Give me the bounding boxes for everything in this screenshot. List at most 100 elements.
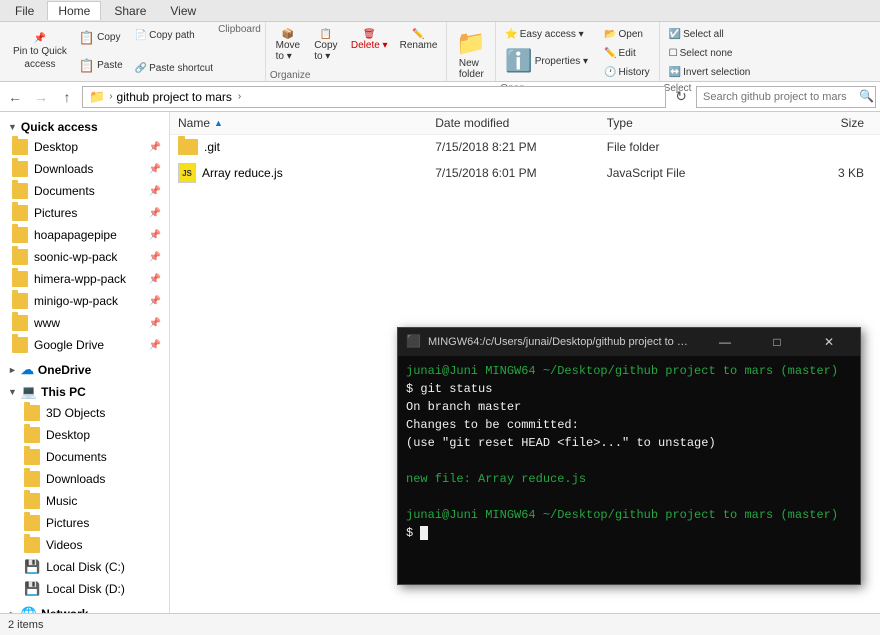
sidebar-item-minigo[interactable]: minigo-wp-pack 📌: [0, 290, 169, 312]
file-row-arrayreduce[interactable]: JS Array reduce.js 7/15/2018 6:01 PM Jav…: [170, 159, 880, 187]
terminal-cursor: [420, 526, 427, 540]
address-path[interactable]: 📁 › github project to mars ›: [82, 86, 666, 108]
sidebar-item-documents-quick[interactable]: Documents 📌: [0, 180, 169, 202]
properties-button[interactable]: ℹ️ Properties ▾: [500, 45, 593, 77]
terminal-cursor-line: $: [406, 526, 420, 540]
chevron-icon: ▼: [8, 122, 17, 132]
new-folder-button[interactable]: 📁 Newfolder: [451, 26, 491, 83]
quick-access-label: Quick access: [21, 120, 98, 134]
network-header[interactable]: ► 🌐 Network: [0, 602, 169, 613]
pin-to-quick-access-button[interactable]: 📌 Pin to Quickaccess: [8, 29, 72, 74]
sidebar-item-soonic[interactable]: soonic-wp-pack 📌: [0, 246, 169, 268]
file-name-git: .git: [178, 139, 435, 155]
close-button[interactable]: ✕: [806, 328, 852, 356]
sidebar-item-pictures-pc[interactable]: Pictures: [0, 512, 169, 534]
move-icon: 📦: [282, 29, 294, 40]
open-button[interactable]: 📂 Open: [599, 26, 655, 43]
item-count: 2 items: [8, 619, 43, 631]
sidebar-item-himera[interactable]: himera-wpp-pack 📌: [0, 268, 169, 290]
sidebar-item-google-drive[interactable]: Google Drive 📌: [0, 334, 169, 356]
paste-button[interactable]: 📋 Paste: [74, 55, 128, 77]
sidebar-label: Documents: [34, 184, 95, 198]
copy-to-button[interactable]: 📋 Copyto ▾: [308, 26, 344, 65]
sidebar-item-hoapapagepipe[interactable]: hoapapagepipe 📌: [0, 224, 169, 246]
terminal-window[interactable]: ⬛ MINGW64:/c/Users/junai/Desktop/github …: [397, 327, 861, 585]
forward-button[interactable]: →: [30, 86, 52, 108]
col-name-header[interactable]: Name ▲: [178, 116, 435, 130]
maximize-button[interactable]: □: [754, 328, 800, 356]
delete-button[interactable]: 🗑 Delete ▾: [346, 26, 393, 54]
pin-icon: 📌: [149, 186, 161, 197]
sidebar-item-desktop-pc[interactable]: Desktop: [0, 424, 169, 446]
pin-icon: 📌: [149, 230, 161, 241]
sidebar-item-pictures-quick[interactable]: Pictures 📌: [0, 202, 169, 224]
search-icon[interactable]: 🔍: [859, 89, 874, 103]
sidebar-item-desktop-quick[interactable]: Desktop 📌: [0, 136, 169, 158]
sidebar-item-documents-pc[interactable]: Documents: [0, 446, 169, 468]
pin-icon: 📌: [149, 208, 161, 219]
invert-selection-button[interactable]: ↔️ Invert selection: [664, 64, 756, 81]
sidebar-item-local-disk-c[interactable]: 💾 Local Disk (C:): [0, 556, 169, 578]
chevron-icon: ►: [8, 609, 17, 613]
sidebar-label: Desktop: [34, 140, 78, 154]
file-row-git[interactable]: .git 7/15/2018 8:21 PM File folder: [170, 135, 880, 159]
path-separator: ›: [109, 91, 112, 102]
folder-icon: [12, 249, 28, 265]
folder-icon: [24, 405, 40, 421]
folder-icon: [12, 293, 28, 309]
delete-icon: 🗑: [363, 29, 376, 40]
refresh-button[interactable]: ↻: [670, 86, 692, 108]
ribbon-tabs: File Home Share View: [0, 0, 880, 22]
search-input[interactable]: [696, 86, 876, 108]
sidebar-item-downloads-quick[interactable]: Downloads 📌: [0, 158, 169, 180]
file-name-label: Array reduce.js: [202, 166, 283, 180]
col-type-header[interactable]: Type: [607, 116, 779, 130]
quick-access-header[interactable]: ▼ Quick access: [0, 116, 169, 136]
file-type-arrayreduce: JavaScript File: [607, 166, 779, 180]
sidebar-item-music[interactable]: Music: [0, 490, 169, 512]
this-pc-header[interactable]: ▼ 💻 This PC: [0, 380, 169, 402]
clipboard-group: 📌 Pin to Quickaccess 📋 Copy 📋 Paste 📄 Co…: [4, 22, 266, 81]
up-button[interactable]: ↑: [56, 86, 78, 108]
edit-icon: ✏️: [604, 48, 616, 59]
easy-access-button[interactable]: ⭐ Easy access ▾: [500, 26, 593, 43]
terminal-line-4: Changes to be committed:: [406, 416, 852, 434]
folder-icon: [24, 537, 40, 553]
tab-home[interactable]: Home: [47, 1, 101, 20]
sidebar-item-downloads-pc[interactable]: Downloads: [0, 468, 169, 490]
folder-icon: [12, 337, 28, 353]
history-icon: 🕐: [604, 67, 616, 78]
sidebar-label: hoapapagepipe: [34, 228, 117, 242]
sidebar-label: Pictures: [46, 516, 89, 530]
tab-view[interactable]: View: [159, 1, 207, 21]
select-all-button[interactable]: ☑️ Select all: [664, 26, 756, 43]
minimize-button[interactable]: —: [702, 328, 748, 356]
sidebar-item-videos[interactable]: Videos: [0, 534, 169, 556]
copy-button[interactable]: 📋 Copy: [74, 27, 128, 49]
onedrive-icon: ☁: [21, 362, 34, 378]
select-all-icon: ☑️: [669, 29, 681, 40]
organize-label: Organize: [270, 70, 443, 81]
col-size-header[interactable]: Size: [778, 116, 872, 130]
sidebar-item-3d-objects[interactable]: 3D Objects: [0, 402, 169, 424]
select-none-icon: ☐: [669, 48, 678, 59]
rename-button[interactable]: ✏️ Rename: [395, 26, 443, 54]
copy-path-button[interactable]: 📄 Copy path: [130, 27, 218, 44]
tab-file[interactable]: File: [4, 1, 45, 21]
move-to-button[interactable]: 📦 Moveto ▾: [270, 26, 306, 65]
col-date-header[interactable]: Date modified: [435, 116, 607, 130]
folder-icon: [24, 427, 40, 443]
pin-icon: 📌: [149, 164, 161, 175]
history-button[interactable]: 🕐 History: [599, 64, 655, 81]
sidebar-item-local-disk-d[interactable]: 💾 Local Disk (D:): [0, 578, 169, 600]
sidebar-item-www[interactable]: www 📌: [0, 312, 169, 334]
new-group: 📁 Newfolder New: [447, 22, 496, 81]
back-button[interactable]: ←: [4, 86, 26, 108]
edit-button[interactable]: ✏️ Edit: [599, 45, 655, 62]
terminal-line-10[interactable]: $: [406, 524, 852, 542]
select-none-button[interactable]: ☐ Select none: [664, 45, 756, 62]
tab-share[interactable]: Share: [103, 1, 157, 21]
onedrive-header[interactable]: ► ☁ OneDrive: [0, 358, 169, 380]
sidebar-label: Music: [46, 494, 77, 508]
paste-shortcut-button[interactable]: 🔗 Paste shortcut: [130, 60, 218, 77]
